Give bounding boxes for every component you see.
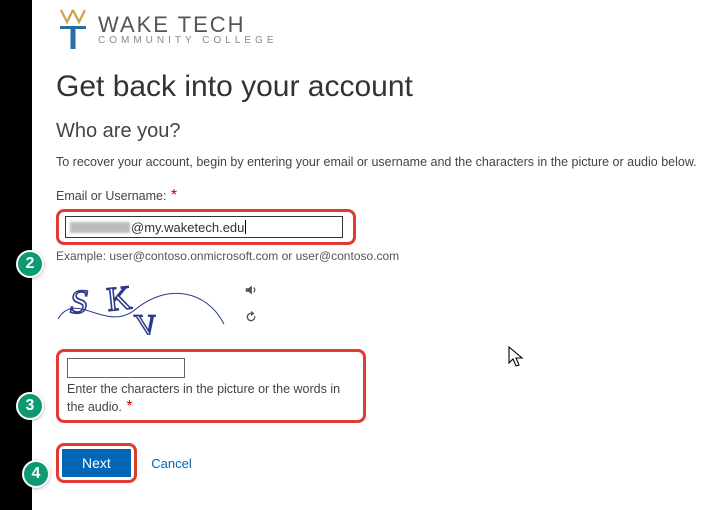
cancel-link[interactable]: Cancel — [151, 456, 191, 471]
required-mark: * — [171, 187, 177, 204]
email-highlight-box: @my.waketech.edu — [56, 209, 356, 245]
captcha-input[interactable] — [67, 358, 185, 378]
captcha-highlight-box: Enter the characters in the picture or t… — [56, 349, 366, 423]
step-marker-3: 3 — [16, 392, 44, 420]
captcha-help-text: Enter the characters in the picture or t… — [67, 382, 340, 414]
captcha-image: S K V — [56, 279, 226, 335]
required-mark: * — [126, 398, 132, 415]
step-marker-4: 4 — [22, 460, 50, 488]
mouse-cursor-icon — [508, 346, 524, 368]
email-example: Example: user@contoso.onmicrosoft.com or… — [56, 249, 706, 263]
email-input[interactable]: @my.waketech.edu — [65, 216, 343, 238]
page-subtitle: Who are you? — [56, 120, 706, 143]
intro-text: To recover your account, begin by enteri… — [56, 155, 706, 169]
email-suffix: @my.waketech.edu — [131, 220, 244, 235]
next-highlight-box: Next — [56, 443, 137, 483]
brand-line2: COMMUNITY COLLEGE — [98, 36, 278, 46]
svg-text:V: V — [132, 308, 161, 335]
text-caret — [245, 220, 246, 234]
brand-text: WAKE TECH COMMUNITY COLLEGE — [98, 14, 278, 46]
page-content: WAKE TECH COMMUNITY COLLEGE Get back int… — [56, 8, 706, 483]
brand-logo: WAKE TECH COMMUNITY COLLEGE — [56, 8, 706, 52]
svg-text:K: K — [105, 279, 134, 318]
page-title: Get back into your account — [56, 70, 706, 104]
next-button[interactable]: Next — [62, 449, 131, 477]
redacted-username — [70, 222, 130, 233]
svg-text:S: S — [67, 283, 93, 321]
email-label: Email or Username: — [56, 189, 166, 203]
refresh-icon[interactable] — [244, 310, 258, 327]
step-marker-2: 2 — [16, 250, 44, 278]
audio-icon[interactable] — [244, 283, 258, 300]
brand-line1: WAKE TECH — [98, 14, 278, 36]
captcha-section: S K V — [56, 279, 706, 335]
waketech-mark-icon — [56, 8, 90, 52]
